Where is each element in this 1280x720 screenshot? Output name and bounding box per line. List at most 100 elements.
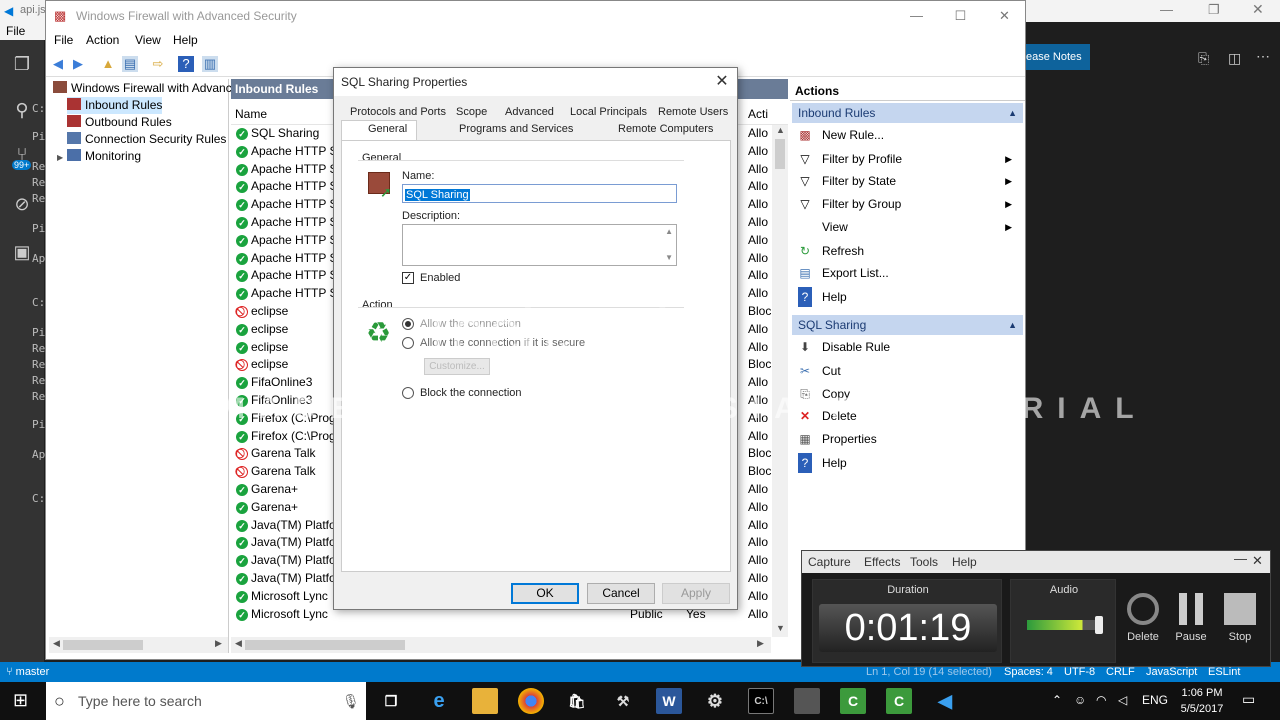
more-actions-icon[interactable]: ⋯ <box>1256 48 1270 65</box>
recorder-stop-button[interactable]: Stop <box>1215 593 1265 643</box>
action-disable-rule[interactable]: ⬇ Disable Rule <box>798 337 1018 357</box>
show-action-pane-icon[interactable]: ▥ <box>202 56 218 72</box>
forward-icon[interactable]: ▶ <box>70 56 86 72</box>
ok-button[interactable]: OK <box>511 583 579 604</box>
recorder-menu-effects[interactable]: Effects <box>864 555 900 569</box>
scroll-thumb[interactable] <box>775 139 785 169</box>
help-icon[interactable]: ? <box>178 56 194 72</box>
tab-general[interactable]: General <box>368 123 407 135</box>
vscode-minimize-button[interactable]: — <box>1160 2 1173 17</box>
close-button[interactable]: ✕ <box>982 1 1027 31</box>
tree-item-outbound-rules[interactable]: Outbound Rules <box>67 114 172 131</box>
action-cut[interactable]: ✂ Cut <box>798 361 1018 381</box>
menu-view[interactable]: View <box>135 33 161 47</box>
action-help-rule[interactable]: ? Help <box>798 453 1018 473</box>
action-new-rule[interactable]: ▩ New Rule... <box>798 125 1018 145</box>
collapse-icon[interactable]: ▲ <box>1008 315 1017 335</box>
command-prompt-icon[interactable]: C:\ <box>748 688 774 714</box>
volume-icon[interactable]: ◁ <box>1118 693 1127 707</box>
tree-item-monitoring[interactable]: ▶ Monitoring <box>57 148 141 165</box>
scroll-left-icon[interactable]: ◀ <box>235 638 242 649</box>
name-input[interactable]: SQL Sharing <box>402 184 677 203</box>
network-icon[interactable]: ◠ <box>1096 693 1106 707</box>
back-icon[interactable]: ◀ <box>50 56 66 72</box>
open-changes-icon[interactable]: ⎘ <box>1198 50 1209 67</box>
recorder-pause-button[interactable]: Pause <box>1166 593 1216 643</box>
minimize-button[interactable]: — <box>894 1 939 31</box>
action-help[interactable]: ? Help <box>798 287 1018 307</box>
collapse-icon[interactable]: ▲ <box>1008 103 1017 123</box>
search-icon[interactable]: ⚲ <box>12 100 32 120</box>
scroll-right-icon[interactable]: ▶ <box>215 638 222 649</box>
start-button[interactable]: ⊞ <box>13 690 28 711</box>
audio-volume-slider[interactable] <box>1095 616 1103 634</box>
recorder-menu-help[interactable]: Help <box>952 555 977 569</box>
explorer-icon[interactable]: ❐ <box>12 54 32 74</box>
tab-protocols-and-ports[interactable]: Protocols and Ports <box>350 106 446 118</box>
action-filter-by-profile[interactable]: ▽ Filter by Profile ▶ <box>798 149 1018 169</box>
tab-programs-and-services[interactable]: Programs and Services <box>459 123 573 135</box>
vscode-close-button[interactable]: ✕ <box>1252 1 1264 18</box>
settings-icon[interactable]: ⚙ <box>702 688 728 714</box>
extensions-icon[interactable]: ▣ <box>12 242 32 262</box>
scroll-down-icon[interactable]: ▼ <box>665 253 673 262</box>
column-action[interactable]: Acti <box>748 107 768 121</box>
scroll-up-icon[interactable]: ▲ <box>665 227 673 236</box>
tab-remote-users[interactable]: Remote Users <box>658 106 728 118</box>
cancel-button[interactable]: Cancel <box>587 583 655 604</box>
tab-scope[interactable]: Scope <box>456 106 487 118</box>
actions-section-selected-rule[interactable]: SQL Sharing ▲ <box>792 315 1023 335</box>
menu-help[interactable]: Help <box>173 33 198 47</box>
recorder-menu-capture[interactable]: Capture <box>808 555 851 569</box>
firewall-taskbar-icon[interactable] <box>794 688 820 714</box>
show-tree-icon[interactable]: ▤ <box>122 56 138 72</box>
store-icon[interactable]: 🛍 <box>564 688 590 714</box>
rules-vscrollbar[interactable]: ▲ ▼ <box>772 125 788 637</box>
vscode-maximize-button[interactable]: ❐ <box>1208 2 1220 18</box>
branch-status[interactable]: ⑂ master <box>6 662 49 682</box>
vscode-menu-file[interactable]: File <box>6 24 25 38</box>
release-notes-tab[interactable]: ease Notes <box>1022 44 1090 70</box>
expand-arrow-icon[interactable]: ▶ <box>57 149 67 166</box>
action-filter-by-group[interactable]: ▽ Filter by Group ▶ <box>798 194 1018 214</box>
recorder-delete-button[interactable]: Delete <box>1118 593 1168 643</box>
recorder-menu-tools[interactable]: Tools <box>910 555 938 569</box>
tree-item-connection-security-rules[interactable]: Connection Security Rules <box>67 131 226 148</box>
menu-action[interactable]: Action <box>86 33 119 47</box>
action-export-list[interactable]: ▤ Export List... <box>798 263 1018 283</box>
scroll-thumb[interactable] <box>63 640 143 650</box>
tree-item-inbound-rules[interactable]: Inbound Rules <box>67 97 163 114</box>
description-input[interactable]: ▲ ▼ <box>402 224 677 266</box>
word-icon[interactable]: W <box>656 688 682 714</box>
tree-hscrollbar[interactable]: ◀ ▶ <box>49 637 228 653</box>
vscode-taskbar-icon[interactable]: ◀ <box>932 688 958 714</box>
apply-button[interactable]: Apply <box>662 583 730 604</box>
scroll-up-icon[interactable]: ▲ <box>776 125 785 135</box>
export-icon[interactable]: ⇨ <box>150 56 166 72</box>
rules-hscrollbar[interactable]: ◀ ▶ <box>231 637 771 653</box>
scroll-down-icon[interactable]: ▼ <box>776 623 785 633</box>
taskbar-clock[interactable]: 1:06 PM 5/5/2017 <box>1176 685 1228 717</box>
scroll-thumb[interactable] <box>245 640 405 650</box>
tab-remote-computers[interactable]: Remote Computers <box>618 123 713 135</box>
taskbar-search-box[interactable]: ○ Type here to search 🎙 <box>46 682 366 720</box>
tools-icon[interactable]: ⚒ <box>610 688 636 714</box>
allow-connection-radio[interactable] <box>402 318 414 330</box>
scroll-left-icon[interactable]: ◀ <box>53 638 60 649</box>
camtasia-icon[interactable]: C <box>840 688 866 714</box>
up-folder-icon[interactable]: ▲ <box>100 56 116 72</box>
column-name[interactable]: Name <box>235 107 267 121</box>
recorder-close-button[interactable]: ✕ <box>1252 553 1263 569</box>
actions-section-inbound-rules[interactable]: Inbound Rules ▲ <box>792 103 1023 123</box>
file-explorer-icon[interactable] <box>472 688 498 714</box>
people-icon[interactable]: ☺ <box>1074 693 1086 707</box>
tree-root[interactable]: Windows Firewall with Advance <box>53 80 238 97</box>
recorder-minimize-button[interactable]: — <box>1234 551 1247 566</box>
action-filter-by-state[interactable]: ▽ Filter by State ▶ <box>798 171 1018 191</box>
camtasia-recorder-icon[interactable]: C <box>886 688 912 714</box>
task-view-icon[interactable]: ❐ <box>378 688 404 714</box>
split-editor-icon[interactable]: ◫ <box>1228 50 1241 67</box>
action-refresh[interactable]: ↻ Refresh <box>798 241 1018 261</box>
tab-local-principals[interactable]: Local Principals <box>570 106 647 118</box>
notifications-icon[interactable]: ▭ <box>1242 691 1255 708</box>
